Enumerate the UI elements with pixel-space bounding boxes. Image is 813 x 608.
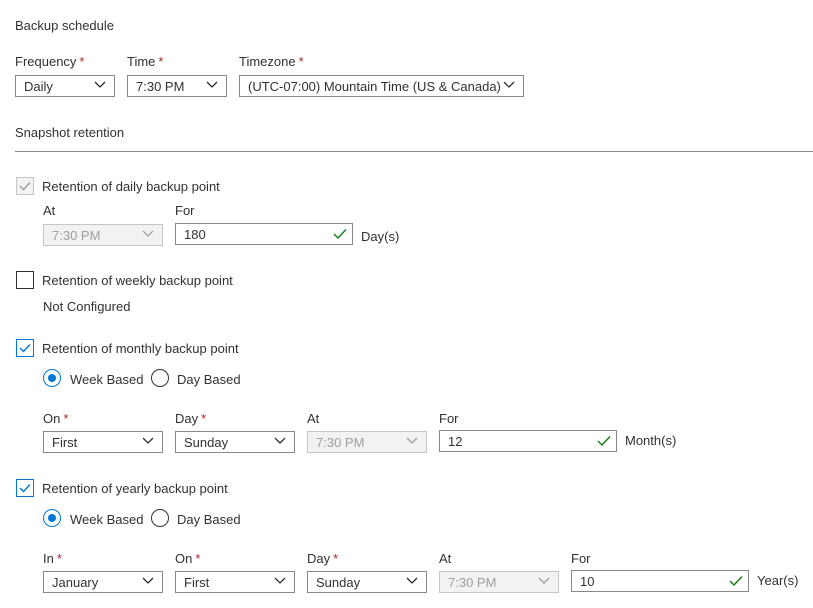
chevron-down-icon xyxy=(503,81,515,88)
monthly-week-based-radio[interactable] xyxy=(43,369,61,387)
yearly-day-based-label: Day Based xyxy=(177,512,241,527)
daily-retention-label: Retention of daily backup point xyxy=(42,179,220,194)
timezone-dropdown[interactable]: (UTC-07:00) Mountain Time (US & Canada) xyxy=(239,75,524,97)
daily-at-label: At xyxy=(43,203,56,218)
chevron-down-icon xyxy=(206,81,218,88)
checkmark-icon xyxy=(19,484,31,493)
monthly-for-label: For xyxy=(439,411,459,426)
daily-for-input[interactable]: 180 xyxy=(175,223,353,245)
monthly-at-label: At xyxy=(307,411,320,426)
yearly-at-dropdown: 7:30 PM xyxy=(439,571,559,593)
timezone-label: Timezone * xyxy=(239,54,304,69)
chevron-down-icon xyxy=(142,577,154,584)
valid-check-icon xyxy=(597,436,611,447)
monthly-on-label: On * xyxy=(43,411,69,426)
monthly-day-based-label: Day Based xyxy=(177,372,241,387)
daily-for-label: For xyxy=(175,203,195,218)
yearly-for-label: For xyxy=(571,551,591,566)
yearly-week-based-radio[interactable] xyxy=(43,509,61,527)
monthly-unit: Month(s) xyxy=(625,433,677,448)
monthly-day-based-radio[interactable] xyxy=(151,369,169,387)
valid-check-icon xyxy=(333,229,347,240)
chevron-down-icon xyxy=(142,437,154,444)
chevron-down-icon xyxy=(406,577,418,584)
chevron-down-icon xyxy=(538,577,550,584)
yearly-day-label: Day * xyxy=(307,551,339,566)
chevron-down-icon xyxy=(406,437,418,444)
yearly-retention-label: Retention of yearly backup point xyxy=(42,481,228,496)
frequency-label: Frequency * xyxy=(15,54,85,69)
checkmark-icon xyxy=(19,182,31,191)
daily-retention-checkbox[interactable] xyxy=(16,177,34,195)
chevron-down-icon xyxy=(94,81,106,88)
chevron-down-icon xyxy=(274,437,286,444)
monthly-week-based-label: Week Based xyxy=(70,372,144,387)
monthly-at-dropdown: 7:30 PM xyxy=(307,431,427,453)
monthly-retention-label: Retention of monthly backup point xyxy=(42,341,239,356)
time-label: Time * xyxy=(127,54,164,69)
yearly-day-dropdown[interactable]: Sunday xyxy=(307,571,427,593)
checkmark-icon xyxy=(19,344,31,353)
weekly-retention-label: Retention of weekly backup point xyxy=(42,273,233,288)
yearly-on-label: On * xyxy=(175,551,201,566)
yearly-for-input[interactable]: 10 xyxy=(571,570,749,592)
frequency-dropdown[interactable]: Daily xyxy=(15,75,115,97)
snapshot-retention-title: Snapshot retention xyxy=(15,125,125,140)
backup-schedule-title: Backup schedule xyxy=(15,18,115,33)
chevron-down-icon xyxy=(274,577,286,584)
daily-unit: Day(s) xyxy=(361,229,400,244)
monthly-on-dropdown[interactable]: First xyxy=(43,431,163,453)
yearly-in-dropdown[interactable]: January xyxy=(43,571,163,593)
yearly-at-label: At xyxy=(439,551,452,566)
monthly-day-label: Day * xyxy=(175,411,207,426)
yearly-week-based-label: Week Based xyxy=(70,512,144,527)
yearly-on-dropdown[interactable]: First xyxy=(175,571,295,593)
yearly-retention-checkbox[interactable] xyxy=(16,479,34,497)
valid-check-icon xyxy=(729,576,743,587)
yearly-unit: Year(s) xyxy=(757,573,799,588)
weekly-retention-checkbox[interactable] xyxy=(16,271,34,289)
section-divider xyxy=(15,151,813,152)
monthly-retention-checkbox[interactable] xyxy=(16,339,34,357)
yearly-day-based-radio[interactable] xyxy=(151,509,169,527)
time-dropdown[interactable]: 7:30 PM xyxy=(127,75,227,97)
monthly-day-dropdown[interactable]: Sunday xyxy=(175,431,295,453)
yearly-in-label: In * xyxy=(43,551,62,566)
weekly-status-text: Not Configured xyxy=(43,299,131,314)
chevron-down-icon xyxy=(142,230,154,237)
monthly-for-input[interactable]: 12 xyxy=(439,430,617,452)
daily-at-dropdown: 7:30 PM xyxy=(43,224,163,246)
